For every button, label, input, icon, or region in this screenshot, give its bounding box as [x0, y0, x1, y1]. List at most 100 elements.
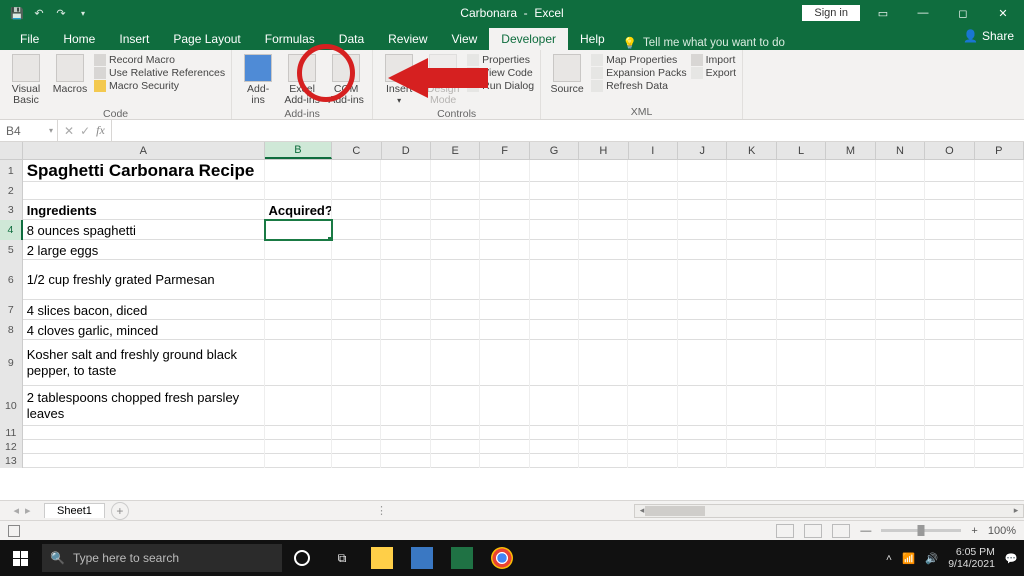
- tab-file[interactable]: File: [8, 28, 51, 50]
- column-header-E[interactable]: E: [431, 142, 480, 159]
- cell-H9[interactable]: [579, 340, 628, 386]
- tab-insert[interactable]: Insert: [107, 28, 161, 50]
- column-header-D[interactable]: D: [382, 142, 431, 159]
- cell-D4[interactable]: [381, 220, 430, 240]
- cell-O1[interactable]: [925, 160, 974, 182]
- cell-D3[interactable]: [381, 200, 430, 220]
- cell-C5[interactable]: [332, 240, 381, 260]
- cell-L9[interactable]: [777, 340, 826, 386]
- row-header-4[interactable]: 4: [0, 220, 23, 240]
- cell-E4[interactable]: [431, 220, 480, 240]
- normal-view-button[interactable]: [776, 524, 794, 538]
- cell-G6[interactable]: [530, 260, 579, 300]
- zoom-in-button[interactable]: +: [971, 525, 977, 537]
- map-properties-button[interactable]: Map Properties: [591, 54, 687, 66]
- cell-K13[interactable]: [727, 454, 776, 468]
- cell-B3[interactable]: Acquired?: [265, 200, 332, 220]
- row-header-2[interactable]: 2: [0, 182, 23, 200]
- cell-I1[interactable]: [628, 160, 677, 182]
- cell-N5[interactable]: [876, 240, 925, 260]
- column-header-B[interactable]: B: [265, 142, 332, 159]
- cell-H10[interactable]: [579, 386, 628, 426]
- cell-J2[interactable]: [678, 182, 727, 200]
- cell-N11[interactable]: [876, 426, 925, 440]
- cell-L1[interactable]: [777, 160, 826, 182]
- start-button[interactable]: [0, 540, 40, 576]
- row-header-6[interactable]: 6: [0, 260, 23, 300]
- cell-H5[interactable]: [579, 240, 628, 260]
- cell-O5[interactable]: [925, 240, 974, 260]
- cell-C12[interactable]: [332, 440, 381, 454]
- volume-icon[interactable]: 🔊: [925, 552, 938, 565]
- cell-I4[interactable]: [628, 220, 677, 240]
- cell-M2[interactable]: [826, 182, 875, 200]
- cell-G1[interactable]: [530, 160, 579, 182]
- sheet-tab-sheet1[interactable]: Sheet1: [44, 503, 105, 518]
- notifications-icon[interactable]: 💬: [1005, 552, 1018, 565]
- cell-B2[interactable]: [265, 182, 332, 200]
- row-header-13[interactable]: 13: [0, 454, 23, 468]
- insert-controls-button[interactable]: Insert▾: [379, 52, 419, 106]
- cell-K6[interactable]: [727, 260, 776, 300]
- undo-icon[interactable]: ↶: [32, 6, 46, 20]
- horizontal-scrollbar[interactable]: ◂ ▸: [634, 504, 1024, 518]
- cell-L13[interactable]: [777, 454, 826, 468]
- cell-P3[interactable]: [975, 200, 1024, 220]
- tab-data[interactable]: Data: [327, 28, 376, 50]
- cell-H13[interactable]: [579, 454, 628, 468]
- column-header-C[interactable]: C: [332, 142, 381, 159]
- chrome-icon[interactable]: [482, 540, 522, 576]
- cell-B7[interactable]: [265, 300, 332, 320]
- cell-D13[interactable]: [381, 454, 430, 468]
- cell-H8[interactable]: [579, 320, 628, 340]
- cell-A7[interactable]: 4 slices bacon, diced: [23, 300, 265, 320]
- cell-D12[interactable]: [381, 440, 430, 454]
- cell-P11[interactable]: [975, 426, 1024, 440]
- column-header-N[interactable]: N: [876, 142, 925, 159]
- cell-K12[interactable]: [727, 440, 776, 454]
- cell-M13[interactable]: [826, 454, 875, 468]
- cell-E1[interactable]: [431, 160, 480, 182]
- cell-D7[interactable]: [381, 300, 430, 320]
- cell-F5[interactable]: [480, 240, 529, 260]
- column-header-F[interactable]: F: [480, 142, 529, 159]
- cell-F1[interactable]: [480, 160, 529, 182]
- cell-H4[interactable]: [579, 220, 628, 240]
- macros-button[interactable]: Macros: [50, 52, 90, 95]
- cell-A10[interactable]: 2 tablespoons chopped fresh parsley leav…: [23, 386, 265, 426]
- cell-N12[interactable]: [876, 440, 925, 454]
- minimize-button[interactable]: —: [906, 0, 940, 26]
- taskbar-clock[interactable]: 6:05 PM9/14/2021: [948, 546, 995, 570]
- new-sheet-button[interactable]: +: [111, 502, 129, 520]
- cell-D2[interactable]: [381, 182, 430, 200]
- cell-O11[interactable]: [925, 426, 974, 440]
- select-all-corner[interactable]: [0, 142, 23, 159]
- tell-me-search[interactable]: 💡 Tell me what you want to do: [623, 36, 785, 50]
- cell-A2[interactable]: [23, 182, 265, 200]
- cell-F7[interactable]: [480, 300, 529, 320]
- cell-B13[interactable]: [265, 454, 332, 468]
- cell-M9[interactable]: [826, 340, 875, 386]
- cell-J8[interactable]: [678, 320, 727, 340]
- cell-A12[interactable]: [23, 440, 265, 454]
- cell-N10[interactable]: [876, 386, 925, 426]
- addins-button[interactable]: Add- ins: [238, 52, 278, 106]
- cell-H3[interactable]: [579, 200, 628, 220]
- cell-E5[interactable]: [431, 240, 480, 260]
- cell-J6[interactable]: [678, 260, 727, 300]
- cell-I2[interactable]: [628, 182, 677, 200]
- cell-F4[interactable]: [480, 220, 529, 240]
- enter-icon[interactable]: ✓: [80, 124, 90, 138]
- cell-A9[interactable]: Kosher salt and freshly ground black pep…: [23, 340, 265, 386]
- cell-H2[interactable]: [579, 182, 628, 200]
- cell-C4[interactable]: [332, 220, 381, 240]
- formula-bar-input[interactable]: [112, 120, 1024, 141]
- cell-K11[interactable]: [727, 426, 776, 440]
- cell-G12[interactable]: [530, 440, 579, 454]
- cell-B1[interactable]: [265, 160, 332, 182]
- cell-O8[interactable]: [925, 320, 974, 340]
- cell-P10[interactable]: [975, 386, 1024, 426]
- page-break-view-button[interactable]: [832, 524, 850, 538]
- cell-M4[interactable]: [826, 220, 875, 240]
- cell-I7[interactable]: [628, 300, 677, 320]
